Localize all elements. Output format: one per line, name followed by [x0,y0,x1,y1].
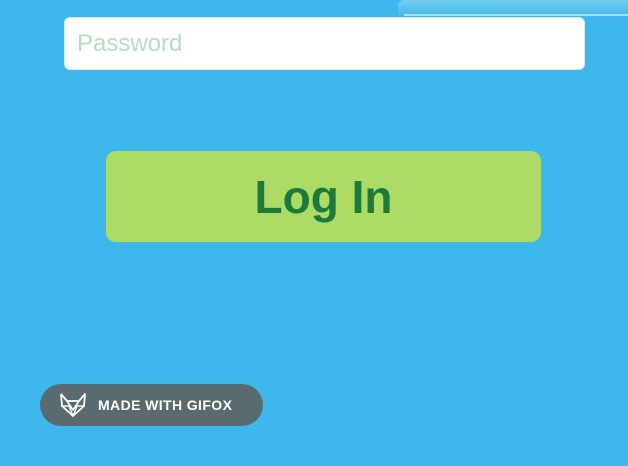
password-input[interactable] [64,17,585,70]
login-button[interactable]: Log In [106,151,541,242]
top-edge-glare-line [404,14,628,16]
made-with-gifox-badge: MADE WITH GIFOX [40,384,263,426]
fox-head-icon [58,392,88,418]
watermark-label: MADE WITH GIFOX [98,397,233,413]
